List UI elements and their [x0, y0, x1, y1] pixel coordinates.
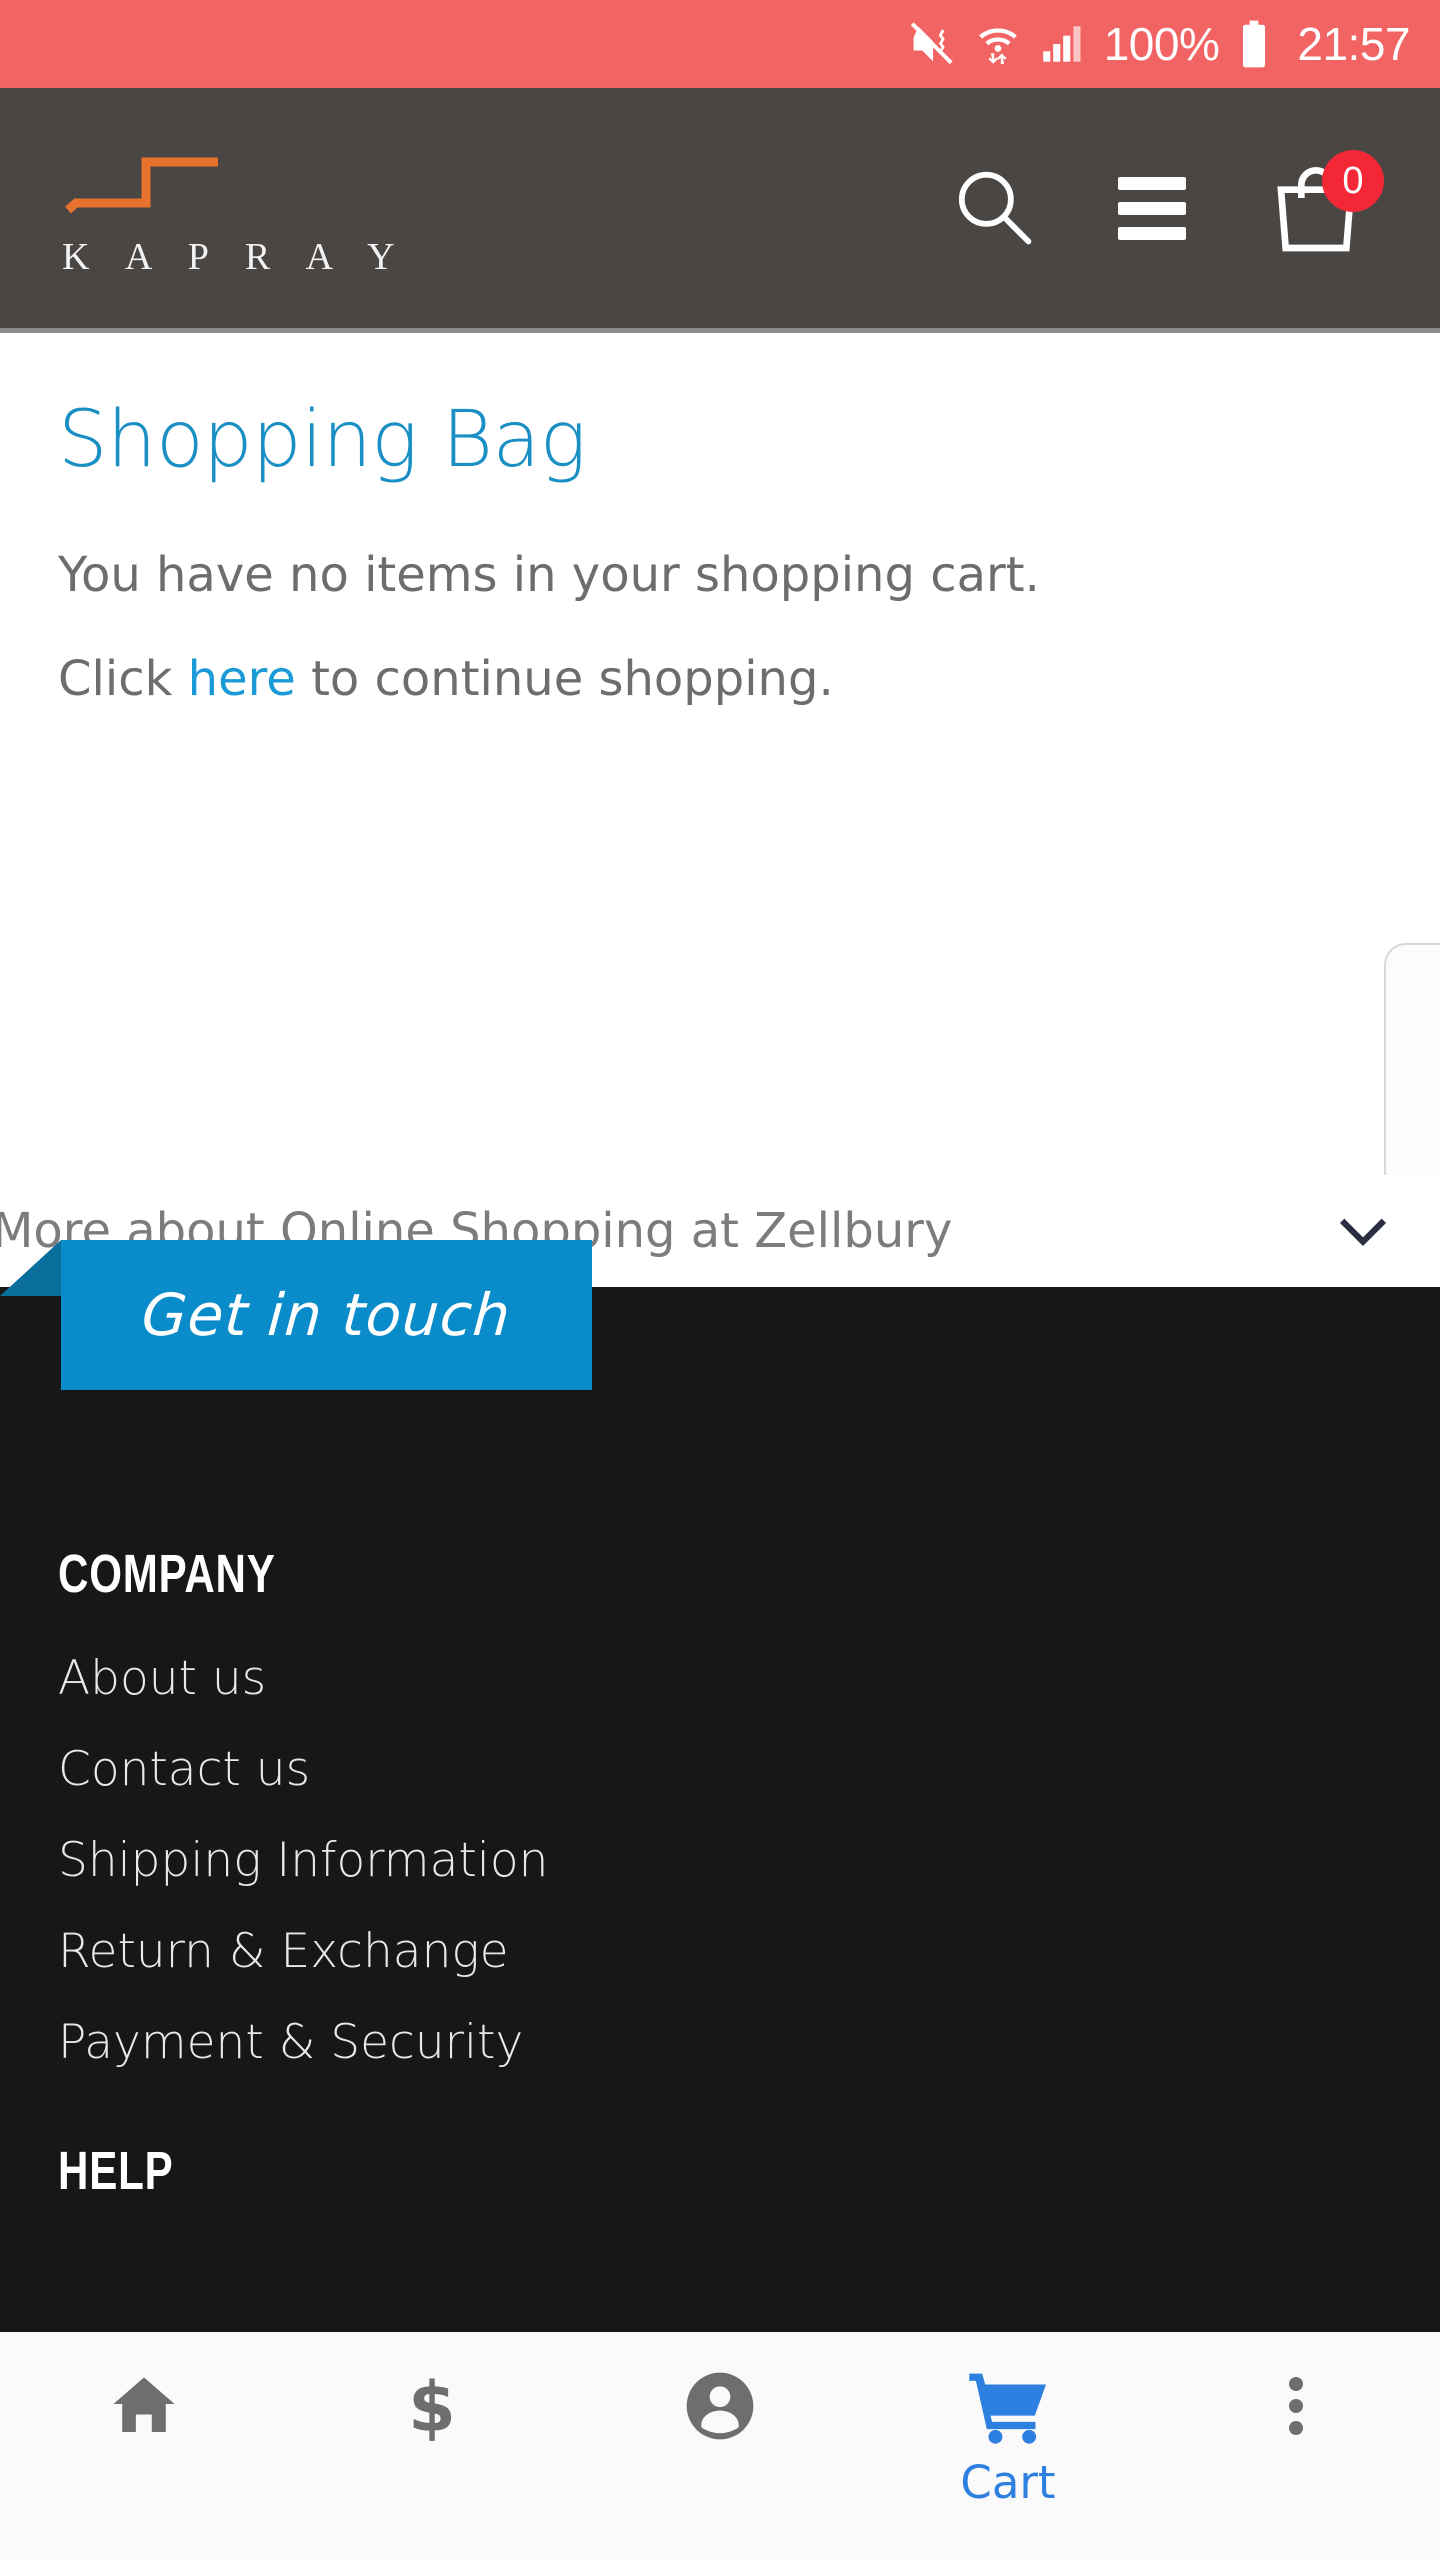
search-icon — [948, 161, 1040, 256]
footer-links-company: About us Contact us Shipping Information… — [58, 1651, 1440, 2070]
get-in-touch-button[interactable]: Get in touch — [61, 1240, 592, 1390]
hamburger-menu-icon — [1118, 176, 1186, 240]
clock-label: 21:57 — [1297, 18, 1410, 70]
mobile-app-screen: 100% 21:57 K A P R A Y 0 Shopping Bag Yo… — [0, 0, 1440, 2560]
empty-cart-message: You have no items in your shopping cart. — [58, 547, 1040, 603]
battery-icon — [1237, 18, 1271, 70]
footer-link-about-us[interactable]: About us — [58, 1651, 266, 1706]
main-content: Shopping Bag You have no items in your s… — [0, 333, 1440, 1413]
dollar-icon: $ — [393, 2364, 471, 2448]
cart-count-badge: 0 — [1322, 150, 1384, 212]
continue-prefix-text: Click — [58, 651, 188, 707]
nav-label-cart: Cart — [960, 2456, 1056, 2509]
list-item: About us — [58, 1651, 1440, 1706]
battery-percent-label: 100% — [1103, 18, 1220, 70]
more-vertical-icon — [1276, 2364, 1316, 2448]
search-button[interactable] — [948, 161, 1040, 256]
mute-vibrate-icon — [906, 18, 958, 70]
footer-link-shipping-information[interactable]: Shipping Information — [58, 1833, 548, 1888]
brand-logo[interactable]: K A P R A Y — [58, 138, 409, 279]
site-header: K A P R A Y 0 — [0, 88, 1440, 333]
nav-item-cart[interactable]: Cart — [893, 2364, 1123, 2509]
kapray-step-icon — [65, 157, 218, 213]
page-title: Shopping Bag — [58, 395, 587, 485]
signal-icon — [1038, 19, 1088, 69]
bottom-navigation-bar: $ Cart — [0, 2332, 1440, 2560]
continue-suffix-text: to continue shopping. — [295, 651, 834, 707]
shopping-bag-icon: 0 — [1264, 150, 1384, 258]
cart-bag-button[interactable]: 0 — [1264, 150, 1384, 258]
footer-link-return-exchange[interactable]: Return & Exchange — [58, 1924, 509, 1979]
brand-name-label: K A P R A Y — [62, 235, 409, 278]
continue-shopping-link[interactable]: here — [188, 651, 296, 707]
list-item: Payment & Security — [58, 2015, 1440, 2070]
continue-shopping-message: Click here to continue shopping. — [58, 651, 1440, 707]
status-bar: 100% 21:57 — [0, 0, 1440, 88]
footer-heading-help: HELP — [58, 2141, 174, 2201]
get-in-touch-label: Get in touch — [139, 1281, 514, 1349]
shopping-cart-icon — [965, 2364, 1051, 2448]
account-person-icon — [680, 2364, 760, 2448]
home-icon — [105, 2364, 183, 2448]
menu-button[interactable] — [1118, 176, 1186, 240]
list-item: Shipping Information — [58, 1833, 1440, 1888]
footer-link-payment-security[interactable]: Payment & Security — [58, 2015, 523, 2070]
site-footer: COMPANY About us Contact us Shipping Inf… — [0, 1287, 1440, 2332]
wifi-icon — [974, 20, 1022, 68]
chevron-down-icon[interactable] — [1328, 1196, 1398, 1266]
nav-item-currency[interactable]: $ — [317, 2364, 547, 2448]
nav-item-account[interactable] — [605, 2364, 835, 2448]
list-item: Return & Exchange — [58, 1924, 1440, 1979]
nav-item-home[interactable] — [29, 2364, 259, 2448]
nav-item-more[interactable] — [1181, 2364, 1411, 2448]
svg-text:$: $ — [408, 2368, 456, 2445]
footer-heading-company: COMPANY — [58, 1544, 276, 1604]
footer-link-contact-us[interactable]: Contact us — [58, 1742, 310, 1797]
header-actions: 0 — [948, 150, 1384, 258]
list-item: Contact us — [58, 1742, 1440, 1797]
